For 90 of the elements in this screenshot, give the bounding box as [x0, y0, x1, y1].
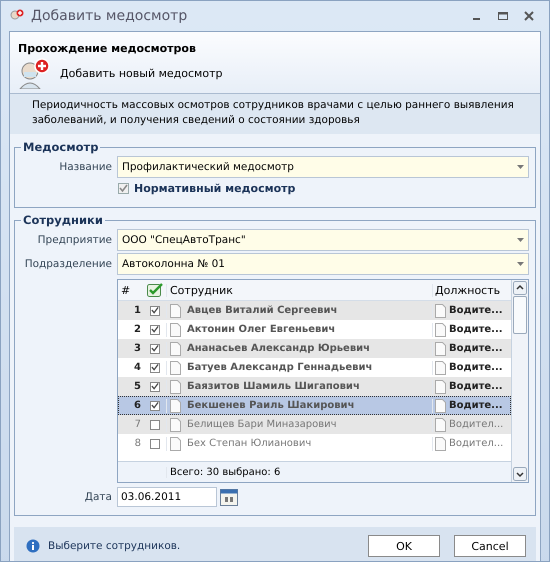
row-number: 3 [133, 343, 142, 354]
dropdown-arrow-icon[interactable] [517, 262, 524, 266]
checkbox[interactable] [150, 400, 160, 410]
document-icon [170, 304, 181, 318]
position-cell: Водите... [449, 400, 503, 411]
employee-name: Актонин Олег Евгеньевич [187, 324, 336, 335]
cancel-button[interactable]: Cancel [454, 535, 526, 557]
field-label: Подразделение [24, 258, 113, 270]
table-row[interactable]: 8 Бех Степан Юлианович Водител... [118, 434, 511, 453]
document-icon [170, 360, 181, 374]
document-icon [170, 322, 181, 336]
status-message: Выберите сотрудников. [48, 540, 180, 552]
checkbox-label: Нормативный медосмотр [134, 182, 296, 195]
field-label: Дата [84, 491, 113, 503]
scroll-down-icon[interactable] [513, 467, 527, 481]
dropdown-arrow-icon[interactable] [517, 238, 524, 242]
date-field[interactable]: 03.06.2011 [117, 487, 217, 507]
group-legend: Медосмотр [21, 140, 100, 154]
checkbox[interactable] [150, 324, 160, 334]
position-cell: Водите... [449, 362, 503, 373]
company-combo[interactable]: ООО "СпецАвтоТранс" [117, 229, 529, 251]
row-number: 4 [133, 362, 142, 373]
table-row[interactable]: 2 Актонин Олег Евгеньевич Водите... [118, 320, 511, 339]
table-row[interactable]: 7 Белищев Бари Миназарович Водител... [118, 415, 511, 434]
employee-name: Баязитов Шамиль Шигапович [187, 381, 360, 392]
division-combo[interactable]: Автоколонна № 01 [117, 253, 529, 275]
field-label: Предприятие [36, 234, 113, 246]
document-icon [170, 418, 181, 432]
column-header: Сотрудник [166, 284, 432, 296]
window-title: Добавить медосмотр [31, 8, 188, 24]
row-number: 8 [134, 438, 142, 449]
checkbox[interactable] [150, 362, 160, 372]
maximize-icon[interactable] [497, 10, 509, 22]
checkbox[interactable] [150, 306, 160, 316]
position-cell: Водите... [449, 324, 503, 335]
employee-name: Белищев Бари Миназарович [187, 419, 337, 430]
document-icon [435, 418, 446, 432]
document-icon [435, 380, 446, 394]
group-legend: Сотрудники [21, 213, 105, 227]
document-icon [435, 360, 446, 374]
column-header: # [120, 284, 132, 296]
row-number: 2 [133, 324, 142, 335]
info-icon [26, 539, 40, 553]
grid-summary: Всего: 30 выбрано: 6 [170, 466, 280, 478]
checkbox[interactable] [150, 420, 160, 430]
document-icon [435, 342, 446, 356]
employee-name: Батуев Александр Геннадьевич [187, 362, 372, 373]
table-row[interactable]: 3 Ананасьев Александр Юрьевич Водите... [118, 339, 511, 358]
name-combo[interactable]: Профилактический медосмотр [117, 156, 529, 178]
table-row[interactable]: 1 Авцев Виталий Сергеевич Водите... [118, 301, 511, 320]
header-title: Прохождение медосмотров [18, 42, 197, 55]
document-icon [435, 436, 446, 450]
document-icon [170, 342, 181, 356]
scroll-thumb[interactable] [513, 296, 527, 334]
document-icon [170, 398, 181, 412]
position-cell: Водите... [449, 343, 503, 354]
dropdown-arrow-icon[interactable] [517, 165, 524, 169]
position-cell: Водите... [449, 305, 503, 316]
document-icon [435, 304, 446, 318]
employee-name: Бех Степан Юлианович [187, 438, 312, 449]
employee-name: Авцев Виталий Сергеевич [187, 305, 338, 316]
description: Периодичность массовых осмотров сотрудников врачами с целью раннего выявления заболеваний, и получения сведений о состоянии здоровья [10, 93, 540, 134]
row-number: 5 [133, 381, 142, 392]
document-icon [170, 380, 181, 394]
employee-name: Ананасьев Александр Юрьевич [187, 343, 370, 354]
table-row[interactable]: 6 Бекшенев Раиль Шакирович Водите... [118, 396, 511, 415]
checkbox[interactable] [150, 382, 160, 392]
position-cell: Водите... [449, 381, 503, 392]
checkbox[interactable] [118, 183, 129, 194]
scroll-up-icon[interactable] [513, 281, 527, 295]
check-all-icon[interactable] [147, 283, 163, 297]
row-number: 1 [133, 305, 142, 316]
position-cell: Водител... [449, 438, 504, 449]
row-number: 7 [134, 419, 142, 430]
calendar-icon[interactable] [219, 487, 239, 507]
ok-button[interactable]: OK [368, 535, 440, 557]
field-label: Название [58, 161, 113, 173]
checkbox[interactable] [150, 438, 160, 448]
checkbox[interactable] [150, 344, 160, 354]
document-icon [170, 436, 181, 450]
employee-name: Бекшенев Раиль Шакирович [187, 400, 354, 411]
document-icon [435, 398, 446, 412]
header-subtitle: Добавить новый медосмотр [60, 66, 222, 80]
close-icon[interactable] [523, 10, 535, 22]
table-row[interactable]: 4 Батуев Александр Геннадьевич Водите... [118, 358, 511, 377]
table-row[interactable]: 5 Баязитов Шамиль Шигапович Водите... [118, 377, 511, 396]
document-icon [435, 322, 446, 336]
position-cell: Водител... [449, 419, 504, 430]
row-number: 6 [133, 400, 142, 411]
scrollbar[interactable] [511, 280, 528, 482]
